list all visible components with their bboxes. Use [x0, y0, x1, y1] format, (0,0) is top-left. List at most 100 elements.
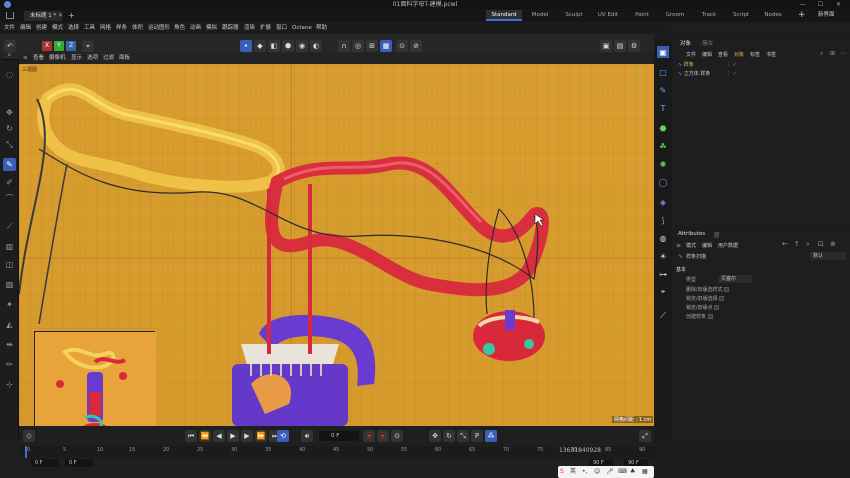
auto-key-icon[interactable]: ⦿ — [377, 430, 389, 442]
checkbox[interactable] — [707, 314, 713, 319]
globe-icon[interactable]: ◍ — [657, 232, 669, 244]
select-tool-icon[interactable]: ▣ — [657, 46, 669, 58]
brush-icon[interactable]: ✏ — [3, 358, 16, 371]
layout-tab-uv-edit[interactable]: UV Edit — [594, 10, 622, 21]
axis-x-toggle[interactable]: X — [42, 41, 52, 51]
new-layout-label[interactable]: 新界面 — [818, 9, 835, 22]
ime-menu-icon[interactable]: ▦ — [642, 466, 648, 478]
tab-layers[interactable]: 层 — [714, 231, 720, 239]
option-row[interactable]: 锁定/旧版选择 — [686, 295, 725, 302]
playhead[interactable] — [25, 446, 27, 458]
object-row[interactable]: ∿ 样条 ⋮ ✓ — [678, 61, 848, 69]
ime-emoji-icon[interactable]: ☺ — [594, 466, 600, 478]
viewport-menu-filter[interactable]: 过滤 — [103, 53, 114, 64]
key-scale-icon[interactable]: ⤡ — [457, 430, 469, 442]
fill-icon[interactable]: ▧ — [3, 278, 16, 291]
up-icon[interactable]: ↑ — [794, 240, 800, 248]
option-row[interactable]: 删除/旧版选样式 — [686, 286, 730, 293]
model-mode-icon[interactable]: ◐ — [310, 40, 322, 52]
timeline-window-icon[interactable]: ⤢ — [639, 430, 651, 442]
preview-start-field[interactable]: 0 F — [65, 459, 93, 467]
start-frame-field[interactable]: 0 F — [31, 459, 59, 467]
obj-menu-object[interactable]: 对象 — [734, 51, 744, 58]
menu-help[interactable]: 帮助 — [316, 22, 327, 34]
current-frame-field[interactable]: 0 F — [319, 431, 359, 441]
keyframe-mode-icon[interactable]: ◇ — [23, 430, 35, 442]
live-selection-icon[interactable]: ◌ — [3, 68, 16, 81]
polygons-mode-icon[interactable]: ◧ — [268, 40, 280, 52]
menu-animate[interactable]: 动画 — [190, 22, 201, 34]
layout-tab-sculpt[interactable]: Sculpt — [560, 10, 588, 21]
attr-more-icon[interactable]: ⊕ — [830, 240, 836, 248]
obj-more-icon[interactable]: ⋯ — [840, 50, 846, 57]
menu-volume[interactable]: 体积 — [132, 22, 143, 34]
lock-icon[interactable]: ⊡ — [818, 240, 824, 248]
field-icon[interactable]: ◯ — [657, 176, 669, 188]
soft-selection-icon[interactable]: ◎ — [352, 40, 364, 52]
knife-icon[interactable]: ⟋ — [3, 220, 16, 233]
new-tab-button[interactable]: + — [68, 9, 75, 22]
layout-tab-model[interactable]: Model — [526, 10, 554, 21]
obj-search-icon[interactable]: ⌕ — [820, 50, 823, 58]
render-picture-viewer-icon[interactable]: ▤ — [614, 40, 626, 52]
viewport-menu-options[interactable]: 选项 — [87, 53, 98, 64]
close-button[interactable]: ✕ — [836, 0, 841, 9]
magnet-icon[interactable]: ∩ — [338, 40, 350, 52]
obj-menu-edit[interactable]: 编辑 — [702, 51, 712, 58]
minimize-button[interactable]: — — [800, 0, 806, 9]
layout-tab-nodes[interactable]: Nodes — [760, 10, 786, 21]
layout-tab-paint[interactable]: Paint — [629, 10, 655, 21]
camera-icon[interactable]: ◈ — [657, 196, 669, 208]
menu-octane[interactable]: Octane — [292, 22, 312, 34]
layout-tab-script[interactable]: Script — [728, 10, 754, 21]
bevel-icon[interactable]: ◫ — [3, 258, 16, 271]
sound-icon[interactable]: 🔊︎ — [301, 430, 313, 442]
search-icon[interactable]: ⌕ — [3, 48, 16, 61]
next-key-icon[interactable]: ⏩ — [255, 430, 267, 442]
section-basic[interactable]: 基本 — [676, 266, 686, 273]
option-row[interactable]: 锁定/旧版点 — [686, 304, 720, 311]
tab-takes[interactable]: 场次 — [702, 39, 713, 47]
viewport-menu-display[interactable]: 显示 — [71, 53, 82, 64]
generator-icon[interactable]: ⬣ — [657, 122, 669, 134]
menu-tools[interactable]: 工具 — [84, 22, 95, 34]
grid-snap-icon[interactable]: ▦ — [380, 40, 392, 52]
obj-menu-tags[interactable]: 标签 — [750, 51, 760, 58]
floor-icon[interactable]: ⌖ — [657, 286, 669, 298]
loop-icon[interactable]: ⟲ — [277, 430, 289, 442]
type-dropdown[interactable]: 贝塞尔 — [718, 275, 752, 283]
extrude-icon[interactable]: ▥ — [3, 240, 16, 253]
ime-punct-icon[interactable]: •, — [582, 466, 587, 478]
axis-y-toggle[interactable]: Y — [54, 41, 64, 51]
attr-menu-edit[interactable]: 编辑 — [702, 242, 712, 249]
camera-rig-icon[interactable]: ⊶ — [657, 268, 669, 280]
viewport-menu-panel[interactable]: 面板 — [119, 53, 130, 64]
record-icon[interactable]: ⦿ — [363, 430, 375, 442]
viewport-menu-icon[interactable]: ≡ — [23, 53, 28, 64]
menu-simulate[interactable]: 模拟 — [206, 22, 217, 34]
layout-tab-track[interactable]: Track — [696, 10, 722, 21]
ime-keyboard-icon[interactable]: ⌨ — [618, 466, 627, 478]
checkbox[interactable] — [714, 305, 720, 310]
obj-menu-view[interactable]: 查看 — [718, 51, 728, 58]
key-rotation-icon[interactable]: ↻ — [443, 430, 455, 442]
layout-tab-groom[interactable]: Groom — [661, 10, 689, 21]
lock-workplane-icon[interactable]: ⊘ — [410, 40, 422, 52]
menu-file[interactable]: 文件 — [4, 22, 15, 34]
menu-render[interactable]: 渲染 — [244, 22, 255, 34]
mirror-icon[interactable]: ⇹ — [3, 338, 16, 351]
ime-mic-icon[interactable]: 🎤︎ — [606, 466, 614, 478]
move-icon[interactable]: ✥ — [3, 106, 16, 119]
visibility-toggle-icon[interactable]: ⋮ ✓ — [726, 61, 737, 69]
points-mode-icon[interactable]: • — [240, 40, 252, 52]
ime-logo-icon[interactable]: S — [560, 466, 564, 478]
obj-filter-icon[interactable]: ⊞ — [830, 50, 835, 57]
spline-brush-icon[interactable]: ✐ — [3, 176, 16, 189]
object-mode-icon[interactable]: ◉ — [296, 40, 308, 52]
object-row[interactable]: ∿ 立方体.样条 ⋮ ✓ — [678, 70, 848, 78]
cube-icon[interactable]: □ — [657, 66, 669, 78]
option-row[interactable]: 创建样条 — [686, 313, 713, 320]
visibility-toggle-icon[interactable]: ⋮ ✓ — [726, 70, 737, 78]
ime-skin-icon[interactable]: ♣ — [630, 466, 635, 478]
home-icon[interactable] — [6, 12, 14, 19]
